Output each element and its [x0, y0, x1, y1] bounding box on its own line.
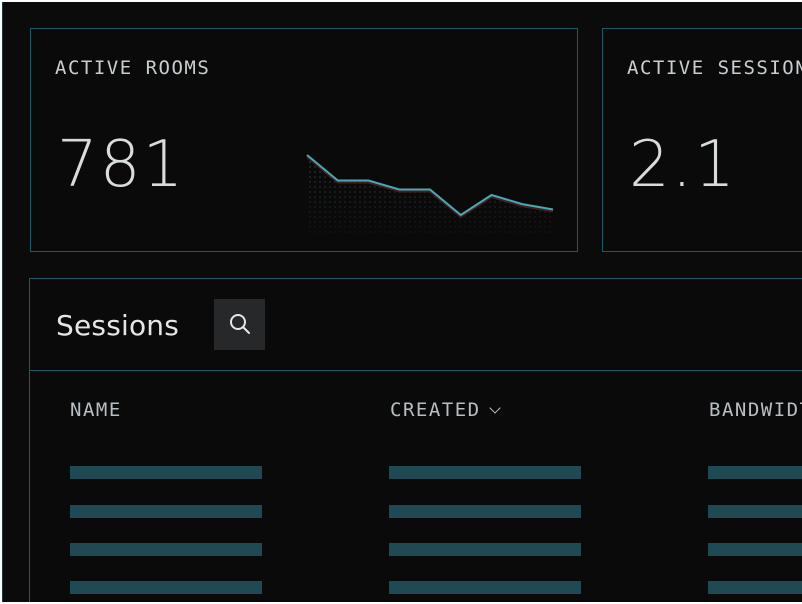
column-header-bandwidth[interactable]: BANDWIDTH [709, 399, 802, 421]
active-sessions-label: ACTIVE SESSIONS [627, 57, 802, 79]
sparkline-area [307, 155, 553, 233]
column-header-created[interactable]: CREATED [390, 399, 501, 421]
active-rooms-sparkline [306, 154, 554, 233]
row-placeholder-name [70, 466, 262, 479]
row-placeholder-name [70, 505, 262, 518]
row-placeholder-bandwidth [708, 466, 802, 479]
sessions-title: Sessions [56, 309, 180, 342]
row-placeholder-created [389, 466, 581, 479]
row-placeholder-name [70, 581, 262, 594]
row-placeholder-created [389, 505, 581, 518]
row-placeholder-created [389, 581, 581, 594]
sessions-header: Sessions [30, 279, 802, 371]
column-header-name[interactable]: NAME [70, 399, 122, 421]
column-name-label: NAME [70, 399, 122, 421]
active-rooms-value: 781 [57, 128, 186, 202]
chevron-down-icon [488, 402, 501, 414]
row-placeholder-created [389, 543, 581, 556]
dashboard: ACTIVE ROOMS 781 ACTIVE SESSIONS 2.1 Ses… [2, 2, 802, 602]
active-sessions-value: 2.1 [629, 128, 737, 202]
row-placeholder-name [70, 543, 262, 556]
row-placeholder-bandwidth [708, 581, 802, 594]
column-created-label: CREATED [390, 399, 481, 421]
row-placeholder-bandwidth [708, 505, 802, 518]
search-icon [230, 314, 250, 334]
active-rooms-label: ACTIVE ROOMS [55, 57, 211, 79]
active-rooms-card: ACTIVE ROOMS 781 [30, 28, 578, 252]
sessions-panel: Sessions NAME CREATED BANDWIDTH [29, 278, 802, 602]
column-bandwidth-label: BANDWIDTH [709, 399, 802, 421]
active-sessions-card: ACTIVE SESSIONS 2.1 [602, 28, 802, 252]
search-button[interactable] [214, 299, 265, 350]
row-placeholder-bandwidth [708, 543, 802, 556]
